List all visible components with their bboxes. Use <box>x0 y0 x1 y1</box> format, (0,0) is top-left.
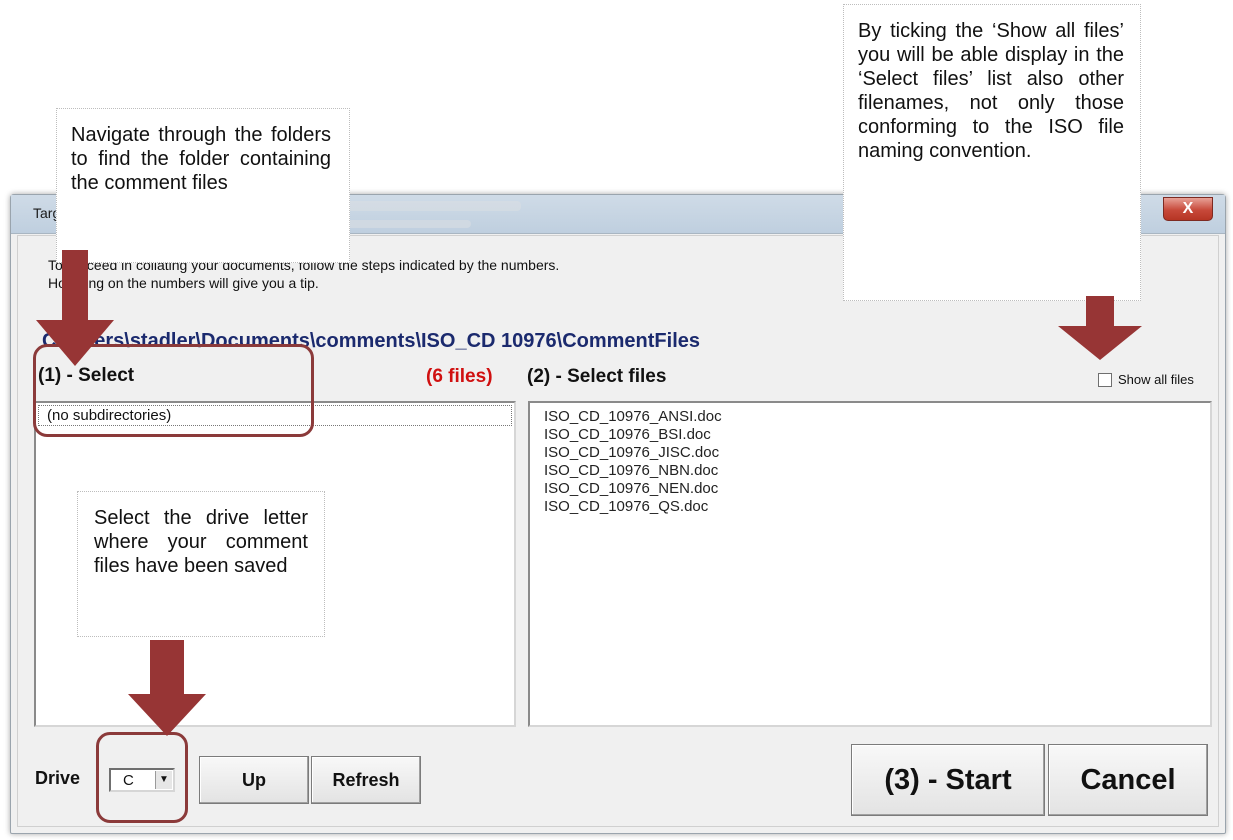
drive-callout-text: Select the drive letter where your comme… <box>94 507 308 577</box>
navigate-callout: Navigate through the folders to find the… <box>56 108 350 263</box>
file-item-nen[interactable]: ISO_CD_10976_NEN.doc <box>530 480 1210 498</box>
show-all-callout-text: By ticking the ‘Show all files’ you will… <box>858 20 1124 162</box>
title-blur-2 <box>331 220 471 228</box>
drive-highlight <box>96 732 188 823</box>
arrow-down-icon <box>128 640 206 736</box>
show-all-files-checkbox[interactable] <box>1098 372 1112 387</box>
navigate-callout-text: Navigate through the folders to find the… <box>71 124 331 194</box>
file-item-jisc[interactable]: ISO_CD_10976_JISC.doc <box>530 444 1210 462</box>
show-all-files-toggle[interactable]: Show all files <box>1098 372 1194 387</box>
show-all-files-label: Show all files <box>1118 372 1194 387</box>
file-list[interactable]: ISO_CD_10976_ANSI.doc ISO_CD_10976_BSI.d… <box>528 401 1212 727</box>
arrow-down-icon <box>36 250 114 366</box>
step2-select-files-label: (2) - Select files <box>527 366 667 387</box>
title-blur <box>341 201 521 211</box>
drive-callout: Select the drive letter where your comme… <box>77 491 325 637</box>
drive-label: Drive <box>35 768 81 788</box>
show-all-callout: By ticking the ‘Show all files’ you will… <box>843 4 1141 301</box>
refresh-button[interactable]: Refresh <box>311 756 421 804</box>
close-button[interactable]: X <box>1163 197 1213 221</box>
start-button[interactable]: (3) - Start <box>851 744 1045 816</box>
arrow-down-icon <box>1058 296 1142 360</box>
files-count: (6 files) <box>426 366 493 387</box>
file-item-bsi[interactable]: ISO_CD_10976_BSI.doc <box>530 426 1210 444</box>
file-item-ansi[interactable]: ISO_CD_10976_ANSI.doc <box>530 408 1210 426</box>
cancel-button[interactable]: Cancel <box>1048 744 1208 816</box>
up-button[interactable]: Up <box>199 756 309 804</box>
file-item-nbn[interactable]: ISO_CD_10976_NBN.doc <box>530 462 1210 480</box>
file-item-qs[interactable]: ISO_CD_10976_QS.doc <box>530 498 1210 516</box>
